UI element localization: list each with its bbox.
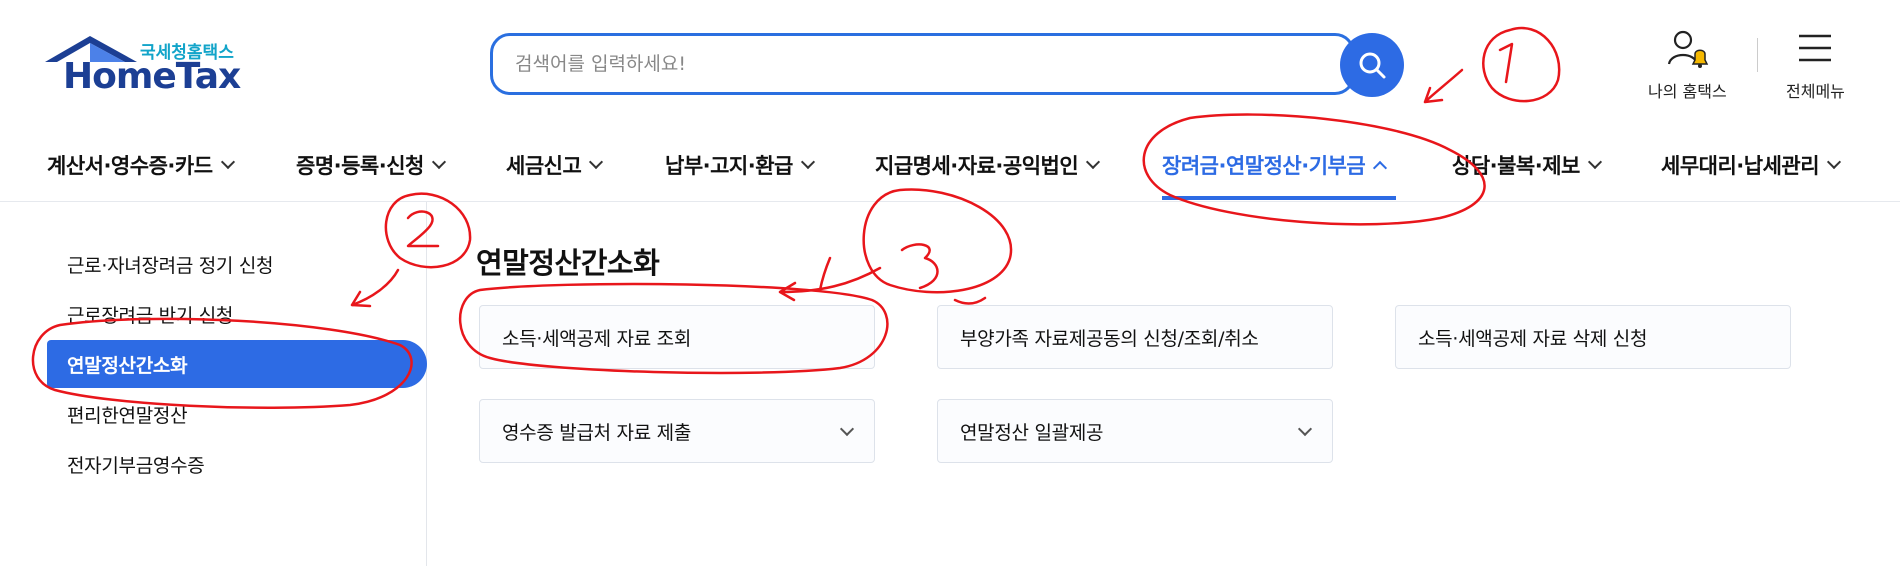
- card-deduction-delete[interactable]: 소득·세액공제 자료 삭제 신청: [1395, 305, 1791, 369]
- annotation-tick-3: [818, 256, 832, 292]
- gnb-item-invoices[interactable]: 계산서·영수증·카드: [47, 128, 235, 202]
- sidebar-item-half-year-application[interactable]: 근로장려금 반기 신청: [47, 290, 233, 338]
- my-hometax-button[interactable]: 나의 홈택스: [1648, 28, 1727, 102]
- user-bell-icon: [1668, 30, 1709, 68]
- gnb-label: 지급명세·자료·공익법인: [875, 154, 1079, 178]
- chevron-down-icon: [1297, 421, 1313, 437]
- search-icon: [1359, 52, 1386, 79]
- card-label: 부양가족 자료제공동의 신청/조회/취소: [960, 327, 1259, 350]
- sidebar-item-e-donation-receipt[interactable]: 전자기부금영수증: [47, 440, 205, 488]
- card-bulk-provision[interactable]: 연말정산 일괄제공: [937, 399, 1333, 463]
- hometax-logo[interactable]: 국세청홈택스 HomeTax: [45, 34, 245, 97]
- chevron-down-icon: [220, 154, 235, 170]
- annotation-stroke-3b: [953, 296, 987, 305]
- chevron-down-icon: [1587, 154, 1602, 170]
- hamburger-menu-icon: [1799, 34, 1832, 62]
- card-label: 소득·세액공제 자료 삭제 신청: [1418, 327, 1648, 350]
- util-divider: [1757, 38, 1758, 72]
- all-menu-label: 전체메뉴: [1786, 82, 1845, 101]
- gnb-item-tax-filing[interactable]: 세금신고: [506, 128, 604, 202]
- gnb-item-consulting[interactable]: 상담·불복·제보: [1452, 128, 1602, 202]
- search-box: [490, 33, 1355, 95]
- chevron-down-icon: [589, 154, 604, 170]
- main-navigation: 계산서·영수증·카드 증명·등록·신청 세금신고 납부·고지·환급 지급명세·자…: [0, 128, 1900, 202]
- card-label: 연말정산 일괄제공: [960, 421, 1104, 444]
- gnb-item-statements[interactable]: 지급명세·자료·공익법인: [875, 128, 1101, 202]
- gnb-label: 납부·고지·환급: [665, 154, 793, 178]
- card-dependent-consent[interactable]: 부양가족 자료제공동의 신청/조회/취소: [937, 305, 1333, 369]
- chevron-down-icon: [1086, 154, 1101, 170]
- gnb-label: 장려금·연말정산·기부금: [1162, 154, 1366, 178]
- sidebar-item-regular-application[interactable]: 근로·자녀장려금 정기 신청: [47, 240, 274, 288]
- sidebar: 근로·자녀장려금 정기 신청 근로장려금 반기 신청 연말정산간소화 편리한연말…: [0, 202, 427, 566]
- card-deduction-lookup[interactable]: 소득·세액공제 자료 조회: [479, 305, 875, 369]
- page-title: 연말정산간소화: [476, 246, 660, 280]
- annotation-circle-3: [862, 188, 1013, 294]
- chevron-down-icon: [839, 421, 855, 437]
- gnb-label: 세무대리·납세관리: [1661, 154, 1820, 178]
- gnb-label: 세금신고: [506, 154, 582, 178]
- gnb-item-incentives[interactable]: 장려금·연말정산·기부금: [1162, 128, 1388, 202]
- search-button[interactable]: [1340, 33, 1404, 97]
- sidebar-item-year-end-simplified[interactable]: 연말정산간소화: [47, 340, 427, 388]
- search-input[interactable]: [515, 36, 1295, 92]
- chevron-down-icon: [800, 154, 815, 170]
- logo-text: HomeTax: [63, 56, 241, 97]
- gnb-item-payment[interactable]: 납부·고지·환급: [665, 128, 815, 202]
- my-hometax-label: 나의 홈택스: [1648, 82, 1727, 101]
- card-receipt-issuer-submit[interactable]: 영수증 발급처 자료 제출: [479, 399, 875, 463]
- chevron-up-icon: [1373, 160, 1388, 176]
- chevron-down-icon: [1826, 154, 1842, 170]
- sidebar-item-convenient-year-end[interactable]: 편리한연말정산: [47, 390, 188, 438]
- gnb-label: 상담·불복·제보: [1452, 154, 1580, 178]
- annotation-number-3: [900, 243, 939, 290]
- card-label: 영수증 발급처 자료 제출: [502, 421, 692, 444]
- gnb-item-tax-agent[interactable]: 세무대리·납세관리: [1661, 128, 1842, 202]
- annotation-arrow-1: [1423, 68, 1464, 104]
- chevron-down-icon: [431, 154, 446, 170]
- annotation-arrow-3: [778, 266, 882, 302]
- gnb-label: 계산서·영수증·카드: [47, 154, 213, 178]
- gnb-item-certificates[interactable]: 증명·등록·신청: [296, 128, 446, 202]
- active-tab-indicator: [1162, 196, 1396, 200]
- annotation-number-1: [1498, 42, 1514, 84]
- card-label: 소득·세액공제 자료 조회: [502, 327, 692, 350]
- all-menu-button[interactable]: 전체메뉴: [1786, 28, 1845, 102]
- gnb-label: 증명·등록·신청: [296, 154, 424, 178]
- annotation-circle-1: [1482, 26, 1561, 103]
